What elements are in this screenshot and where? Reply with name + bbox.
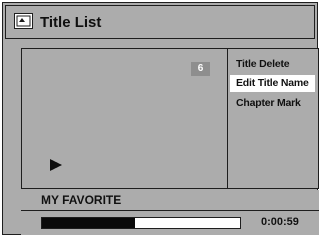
title-preview: 6 [21, 48, 228, 189]
progress-fill [42, 218, 136, 228]
title-list-screen: Title List 6 Title Delete Edit Title Nam… [2, 2, 319, 235]
title-list-icon [14, 13, 33, 29]
progress-bar [41, 217, 241, 229]
menu-item-title-delete[interactable]: Title Delete [230, 56, 315, 73]
title-name-bar: MY FAVORITE [21, 190, 319, 210]
elapsed-time: 0:00:59 [261, 216, 299, 228]
title-number-badge: 6 [191, 62, 210, 76]
menu-item-edit-title-name[interactable]: Edit Title Name [230, 75, 315, 92]
menu-item-chapter-mark[interactable]: Chapter Mark [230, 95, 315, 112]
playback-bar: 0:00:59 [21, 210, 319, 235]
title-name: MY FAVORITE [41, 193, 122, 207]
title-menu: Title Delete Edit Title Name Chapter Mar… [228, 48, 319, 189]
page-title: Title List [40, 14, 102, 31]
play-icon [50, 159, 62, 171]
header-bar: Title List [5, 5, 315, 39]
